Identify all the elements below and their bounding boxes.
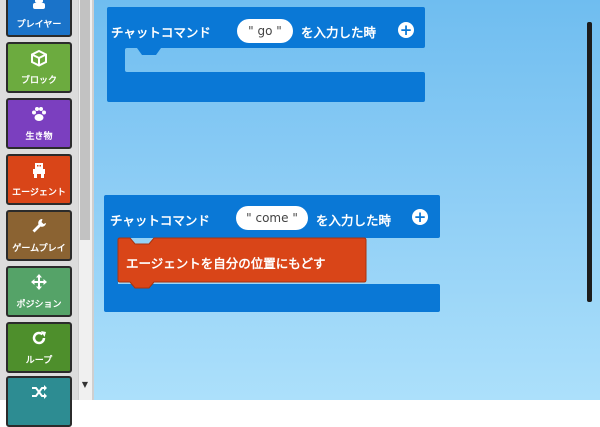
category-gameplay[interactable]: ゲームプレイ	[6, 210, 72, 261]
category-agent[interactable]: エージェント	[6, 154, 72, 205]
category-position[interactable]: ポジション	[6, 266, 72, 317]
category-block[interactable]: ブロック	[6, 42, 72, 93]
chat-command-label: チャットコマンド	[111, 25, 211, 40]
chat-command-label: チャットコマンド	[110, 213, 210, 228]
category-logic[interactable]	[6, 376, 72, 427]
toolbox-scrollbar-thumb[interactable]	[80, 0, 90, 240]
category-label: プレイヤー	[16, 20, 62, 30]
category-label: ブロック	[20, 76, 57, 86]
paw-icon	[8, 105, 70, 125]
toolbox-sidebar: プレイヤー ブロック 生き物 エージェント ゲームプレイ ポジション ループ	[0, 0, 78, 427]
block-shapes	[104, 7, 440, 312]
command-value-field[interactable]: " go "	[237, 19, 293, 43]
agent-icon	[8, 161, 70, 181]
add-parameter-plus-icon[interactable]: +	[412, 209, 428, 225]
scroll-down-arrow-icon[interactable]: ▼	[80, 380, 90, 390]
category-label: ポジション	[16, 300, 62, 310]
category-label: 生き物	[25, 132, 53, 142]
agent-return-command-label: エージェントを自分の位置にもどす	[126, 256, 326, 271]
category-label: エージェント	[12, 188, 66, 198]
shuffle-icon	[8, 383, 70, 403]
cube-icon	[8, 49, 70, 69]
workspace-scrollbar[interactable]	[587, 22, 592, 302]
command-value-field[interactable]: " come "	[236, 206, 308, 230]
wrench-icon	[8, 217, 70, 237]
add-parameter-plus-icon[interactable]: +	[398, 22, 414, 38]
category-label: ゲームプレイ	[12, 244, 66, 254]
category-player[interactable]: プレイヤー	[6, 0, 72, 37]
player-icon	[8, 0, 70, 13]
when-entered-label: を入力した時	[301, 25, 377, 40]
code-workspace[interactable]: チャットコマンド " go " を入力した時 + チャットコマンド " come…	[94, 0, 600, 400]
category-mob[interactable]: 生き物	[6, 98, 72, 149]
category-label: ループ	[25, 356, 53, 366]
loop-icon	[8, 329, 70, 349]
when-entered-label: を入力した時	[316, 213, 392, 228]
category-loop[interactable]: ループ	[6, 322, 72, 373]
move-icon	[8, 273, 70, 293]
